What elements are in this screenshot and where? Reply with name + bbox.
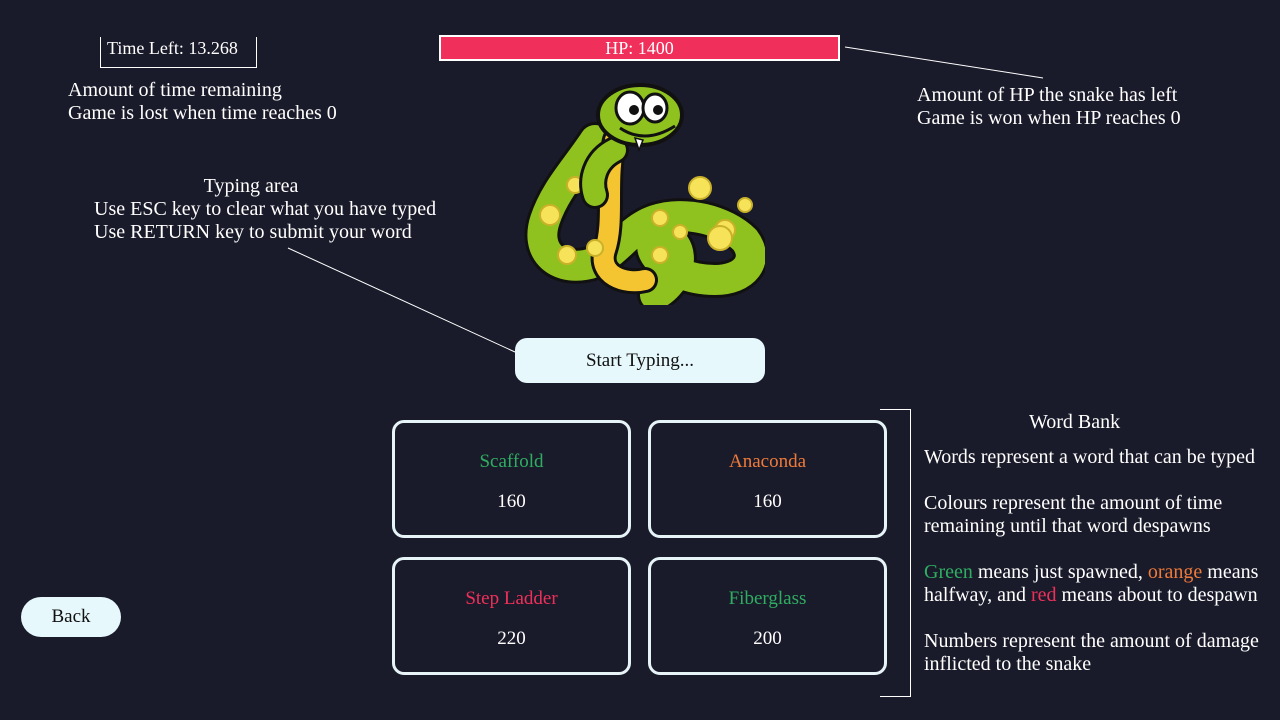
word-bank-bracket <box>880 409 911 697</box>
desc-text: means <box>1202 561 1259 583</box>
word-card-3: Step Ladder 220 <box>392 557 631 675</box>
typing-input[interactable] <box>515 338 765 383</box>
word-damage: 200 <box>753 628 782 649</box>
word-text: Scaffold <box>479 451 544 472</box>
word-bank-desc-4-line-1: Numbers represent the amount of damage <box>924 630 1259 652</box>
snake-illustration <box>524 83 765 305</box>
typing-annotation-line <box>287 247 516 353</box>
word-card-1: Scaffold 160 <box>392 420 631 538</box>
word-bank-desc-3: Green means just spawned, orange means h… <box>924 561 1258 607</box>
hp-label: HP: 1400 <box>605 38 674 58</box>
green-word: Green <box>924 561 973 583</box>
word-text: Step Ladder <box>465 588 558 609</box>
hp-bar: HP: 1400 <box>439 35 840 61</box>
desc-text: means about to despawn <box>1056 584 1258 606</box>
word-bank-desc-2: Colours represent the amount of time rem… <box>924 492 1222 538</box>
word-card-2: Anaconda 160 <box>648 420 887 538</box>
word-text: Fiberglass <box>728 588 807 609</box>
desc-text: halfway, and <box>924 584 1031 606</box>
red-word: red <box>1031 584 1057 606</box>
word-card-4: Fiberglass 200 <box>648 557 887 675</box>
word-damage: 160 <box>753 491 782 512</box>
hp-annotation-line <box>844 46 1044 79</box>
word-bank-desc-3-line-2: halfway, and red means about to despawn <box>924 584 1258 607</box>
typing-annotation-line-2: Use RETURN key to submit your word <box>94 221 412 243</box>
word-damage: 160 <box>497 491 526 512</box>
hp-annotation: Amount of HP the snake has left Game is … <box>917 84 1181 130</box>
typing-annotation-line-1: Use ESC key to clear what you have typed <box>94 198 437 220</box>
word-bank-desc-3-line-1: Green means just spawned, orange means <box>924 561 1258 584</box>
hp-annotation-line-2: Game is won when HP reaches 0 <box>917 107 1181 129</box>
time-annotation-line-1: Amount of time remaining <box>68 79 282 101</box>
typing-annotation: Typing area Use ESC key to clear what yo… <box>94 175 437 244</box>
time-annotation: Amount of time remaining Game is lost wh… <box>68 79 337 125</box>
desc-text: means just spawned, <box>972 561 1148 583</box>
word-bank-desc-4: Numbers represent the amount of damage i… <box>924 630 1259 676</box>
word-bank-desc-2-line-1: Colours represent the amount of time <box>924 492 1223 514</box>
orange-word: orange <box>1147 561 1203 583</box>
time-left-label: Time Left: 13.268 <box>107 38 238 58</box>
word-bank-desc-1: Words represent a word that can be typed <box>924 446 1256 468</box>
word-bank-title: Word Bank <box>1029 411 1121 433</box>
word-bank-desc-2-line-2: remaining until that word despawns <box>924 515 1211 537</box>
word-text: Anaconda <box>728 451 807 472</box>
word-bank-desc-4-line-2: inflicted to the snake <box>924 653 1092 675</box>
word-damage: 220 <box>497 628 526 649</box>
typing-annotation-title: Typing area <box>203 175 299 197</box>
hp-annotation-line-1: Amount of HP the snake has left <box>917 84 1178 106</box>
time-annotation-line-2: Game is lost when time reaches 0 <box>68 102 337 124</box>
back-button[interactable]: Back <box>21 597 121 637</box>
